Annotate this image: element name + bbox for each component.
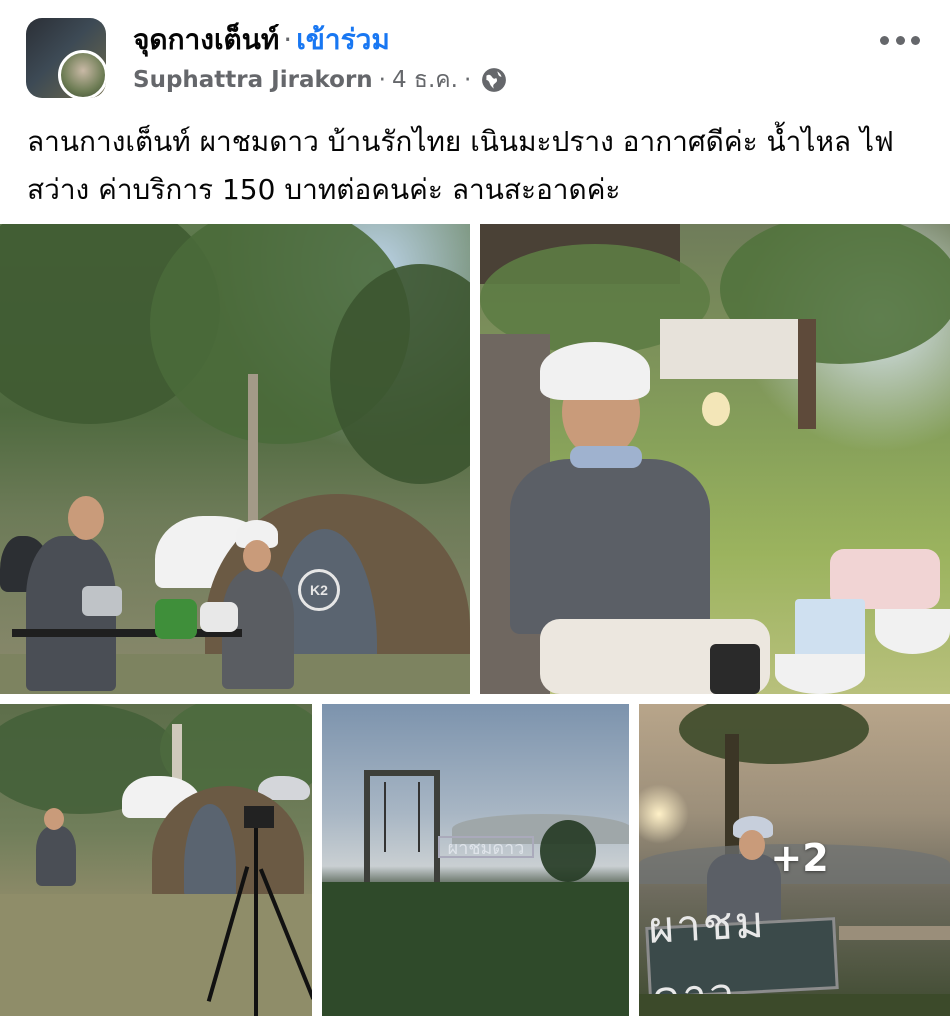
mug bbox=[795, 599, 865, 659]
more-options-button[interactable] bbox=[880, 28, 920, 52]
group-name-link[interactable]: จุดกางเต็นท์ bbox=[133, 23, 279, 56]
more-photos-overlay[interactable]: +2 bbox=[639, 704, 950, 1016]
pine-tree bbox=[540, 820, 596, 882]
sign-board: ผาชมดาว bbox=[438, 836, 534, 859]
camera bbox=[244, 806, 274, 828]
more-photos-count: +2 bbox=[770, 836, 829, 880]
tent-logo: K2 bbox=[298, 569, 340, 611]
group-title-line: จุดกางเต็นท์ · เข้าร่วม bbox=[133, 22, 390, 58]
post-header: จุดกางเต็นท์ · เข้าร่วม Suphattra Jirakorn… bbox=[0, 0, 950, 110]
bowl bbox=[875, 609, 950, 654]
separator-dot: · bbox=[378, 67, 386, 93]
building bbox=[660, 319, 800, 379]
join-group-button[interactable]: เข้าร่วม bbox=[296, 23, 390, 56]
post-meta: Suphattra Jirakorn · 4 ธ.ค. · bbox=[133, 64, 507, 96]
green-bag bbox=[155, 599, 197, 639]
swing-rope bbox=[418, 782, 420, 852]
author-name-link[interactable]: Suphattra Jirakorn bbox=[133, 64, 373, 96]
lawn bbox=[322, 882, 629, 1016]
swing-rope bbox=[384, 782, 386, 852]
bowl bbox=[775, 654, 865, 694]
ground bbox=[0, 894, 312, 1016]
sun-hat bbox=[540, 342, 650, 400]
gray-shirt bbox=[510, 459, 710, 634]
dot-icon bbox=[895, 35, 905, 45]
snack bbox=[702, 392, 730, 426]
dot-icon bbox=[880, 35, 889, 45]
post-date-link[interactable]: 4 ธ.ค. bbox=[392, 64, 458, 96]
group-avatar[interactable] bbox=[26, 18, 106, 98]
separator-dot: · bbox=[463, 67, 472, 93]
author-avatar[interactable] bbox=[58, 50, 106, 98]
tree-trunk bbox=[798, 319, 816, 429]
photo-1[interactable]: K2 bbox=[0, 224, 470, 694]
cooking-pot bbox=[82, 586, 122, 616]
kettle bbox=[710, 644, 760, 694]
dot-icon bbox=[911, 35, 920, 45]
person-head bbox=[44, 808, 64, 830]
tripod-leg bbox=[254, 828, 258, 1016]
photo-2[interactable] bbox=[480, 224, 950, 694]
separator-dot: · bbox=[283, 23, 293, 56]
post-text: ลานกางเต็นท์ ผาชมดาว บ้านรักไทย เนินมะปร… bbox=[27, 125, 894, 206]
globe-icon[interactable] bbox=[481, 67, 507, 93]
person-head bbox=[243, 540, 271, 572]
plastic-bag bbox=[200, 602, 238, 632]
photo-3[interactable] bbox=[0, 704, 312, 1016]
scarf bbox=[570, 446, 642, 468]
person-head bbox=[68, 496, 104, 540]
photo-4[interactable]: ผาชมดาว bbox=[322, 704, 629, 1016]
swing-frame bbox=[364, 770, 440, 882]
person-seated bbox=[36, 826, 76, 886]
